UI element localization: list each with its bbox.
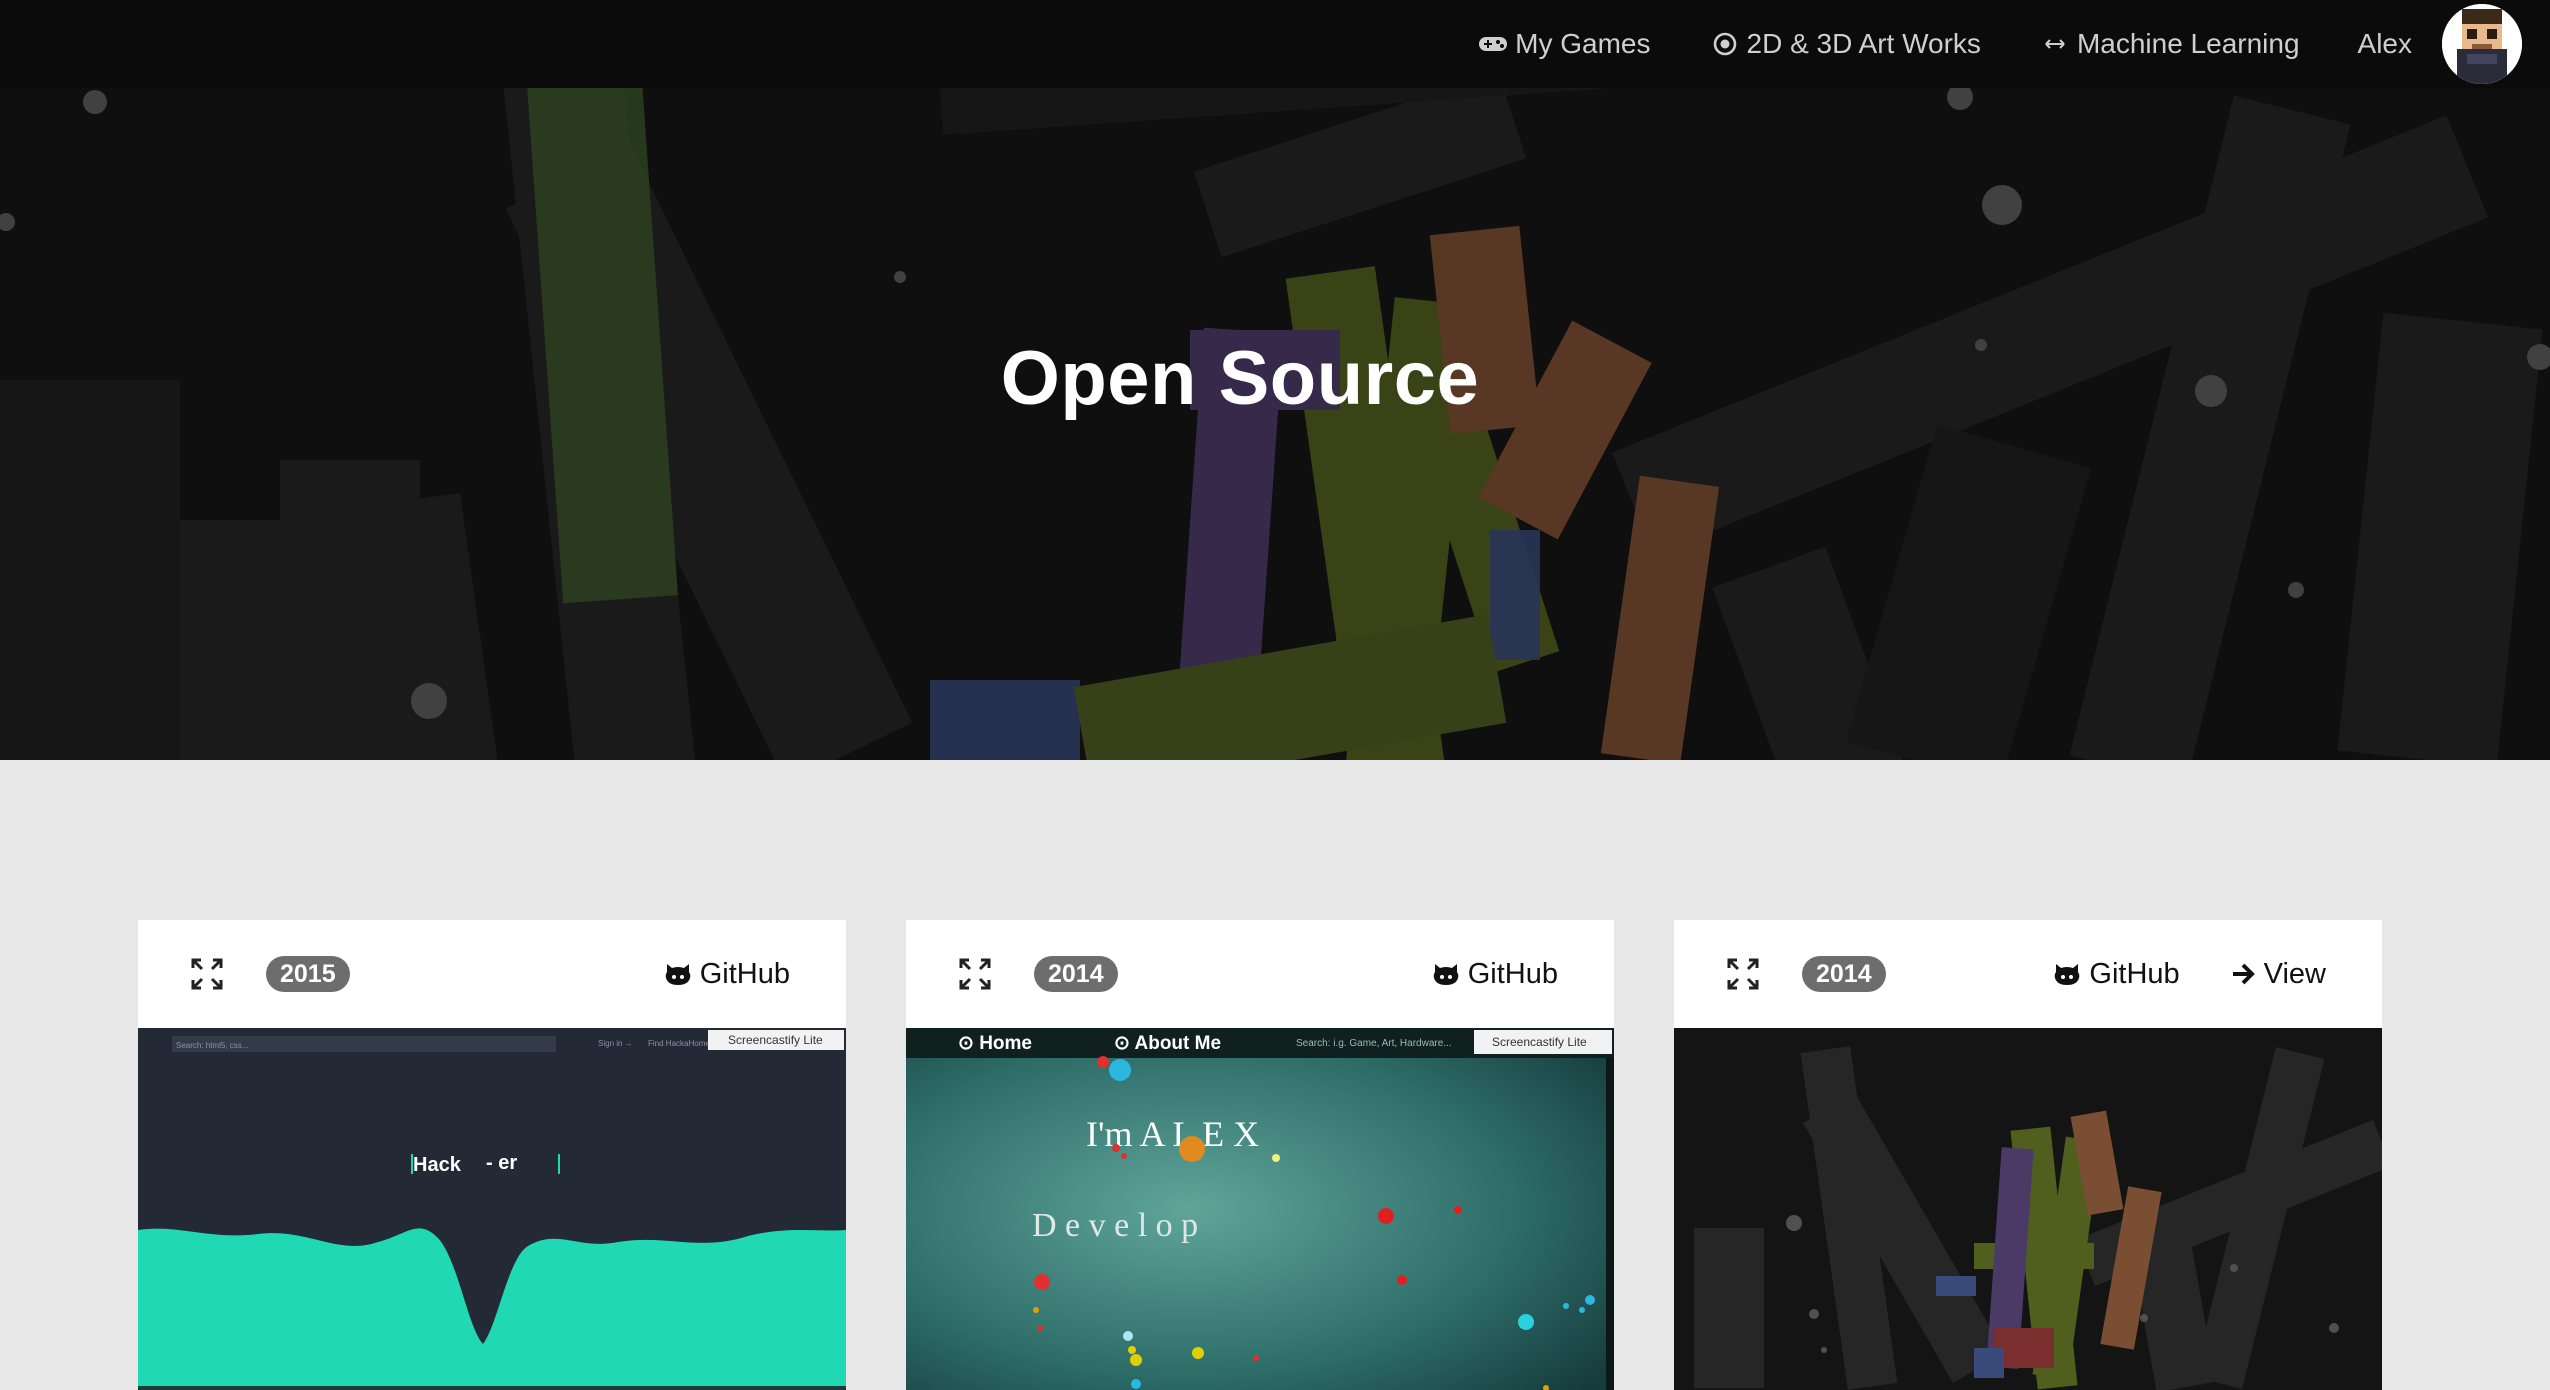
nav-label: 2D & 3D Art Works bbox=[1746, 28, 1981, 59]
preview-headline: I'm A L E X bbox=[1086, 1114, 1259, 1154]
github-label: GitHub bbox=[699, 957, 790, 990]
project-card: 2014 GitHub View bbox=[1674, 920, 2382, 1390]
user-name[interactable]: Alex bbox=[2358, 28, 2412, 60]
preview-nav-about: ⊙ About Me bbox=[1114, 1033, 1221, 1054]
github-icon bbox=[665, 964, 691, 985]
page-title: Open Source bbox=[1000, 336, 1480, 421]
preview-badge: Screencastify Lite bbox=[1492, 1035, 1587, 1049]
github-link[interactable]: GitHub bbox=[664, 958, 790, 991]
hacker-preview: Search: html5, css... Sign in → Find Hac… bbox=[138, 1028, 846, 1390]
gamepad-icon bbox=[1477, 30, 1509, 58]
nav-label: My Games bbox=[1515, 28, 1651, 59]
year-badge: 2015 bbox=[266, 956, 350, 992]
nav-label: Machine Learning bbox=[2076, 28, 2300, 59]
preview-subline: D e v e l o p bbox=[1032, 1207, 1198, 1244]
github-link[interactable]: GitHub bbox=[2053, 957, 2180, 991]
github-icon bbox=[2055, 964, 2080, 985]
preview-title-suffix: - er bbox=[486, 1152, 517, 1174]
github-icon bbox=[1433, 964, 1459, 985]
portfolio-preview: ⊙ Home ⊙ About Me Search: i.g. Game, Art… bbox=[906, 1028, 1614, 1390]
hero-banner: Open Source bbox=[0, 0, 2550, 760]
expand-icon[interactable] bbox=[190, 957, 224, 991]
physics-preview bbox=[1674, 1028, 2382, 1390]
arrows-icon bbox=[2039, 30, 2071, 58]
top-navbar: My Games 2D & 3D Art Works Machine Learn… bbox=[0, 0, 2550, 88]
project-preview[interactable]: Search: html5, css... Sign in → Find Hac… bbox=[138, 1028, 846, 1390]
preview-badge: Screencastify Lite bbox=[728, 1033, 823, 1047]
preview-nav-home: ⊙ Home bbox=[958, 1033, 1032, 1054]
card-header: 2015 GitHub bbox=[138, 920, 846, 1028]
github-label: GitHub bbox=[1467, 957, 1558, 990]
expand-icon[interactable] bbox=[1726, 957, 1760, 991]
preview-title: Hack bbox=[413, 1154, 462, 1176]
card-header: 2014 GitHub bbox=[906, 920, 1614, 1028]
preview-search: Search: html5, css... bbox=[176, 1041, 248, 1050]
year-badge: 2014 bbox=[1802, 956, 1886, 992]
view-link[interactable]: View bbox=[2230, 958, 2326, 991]
expand-icon[interactable] bbox=[958, 957, 992, 991]
preview-search: Search: i.g. Game, Art, Hardware... bbox=[1296, 1038, 1452, 1049]
project-card: 2015 GitHub Search: html5, css... Sign i… bbox=[138, 920, 846, 1390]
view-label: View bbox=[2263, 957, 2326, 990]
preview-signin: Sign in → bbox=[598, 1039, 633, 1048]
nav-art-works[interactable]: 2D & 3D Art Works bbox=[1709, 28, 1981, 60]
project-preview[interactable] bbox=[1674, 1028, 2382, 1390]
year-badge: 2014 bbox=[1034, 956, 1118, 992]
project-card: 2014 GitHub ⊙ Home ⊙ About Me Search: i.… bbox=[906, 920, 1614, 1390]
avatar[interactable] bbox=[2442, 4, 2522, 84]
preview-find: Find HackaHome bbox=[648, 1039, 710, 1048]
card-header: 2014 GitHub View bbox=[1674, 920, 2382, 1028]
nav-my-games[interactable]: My Games bbox=[1477, 28, 1651, 60]
target-icon bbox=[1709, 30, 1741, 58]
github-link[interactable]: GitHub bbox=[1432, 958, 1558, 991]
nav-machine-learning[interactable]: Machine Learning bbox=[2039, 28, 2300, 60]
arrow-right-icon bbox=[2232, 963, 2255, 985]
project-preview[interactable]: ⊙ Home ⊙ About Me Search: i.g. Game, Art… bbox=[906, 1028, 1614, 1390]
github-label: GitHub bbox=[2089, 957, 2180, 990]
